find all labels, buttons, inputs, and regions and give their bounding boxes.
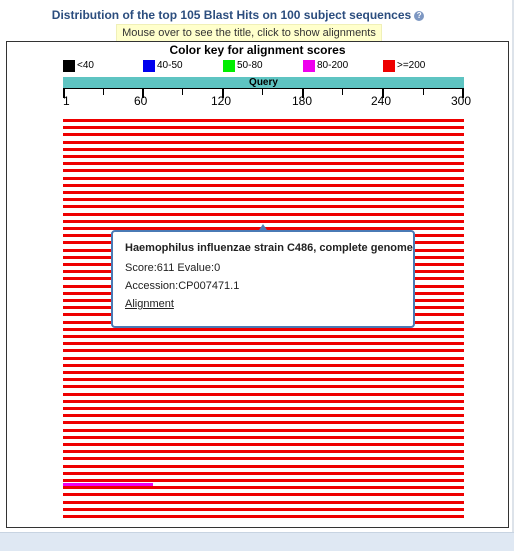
hit-tooltip: Haemophilus influenzae strain C486, comp… — [111, 230, 415, 328]
legend-label: <40 — [77, 60, 94, 71]
blast-hit-line[interactable] — [63, 385, 464, 388]
blast-hit-line[interactable] — [63, 450, 464, 453]
tick-label: 120 — [211, 94, 232, 108]
blast-hit-line[interactable] — [63, 357, 464, 360]
blast-hit-line[interactable] — [63, 508, 464, 511]
blast-hit-line[interactable] — [63, 414, 464, 417]
legend-label: 50-80 — [237, 60, 263, 71]
blast-hit-line[interactable] — [63, 493, 464, 496]
blast-hit-line[interactable] — [63, 479, 464, 482]
blast-hit-line[interactable] — [63, 429, 464, 432]
axis-tick-minor — [342, 88, 343, 95]
legend-swatch — [383, 60, 395, 72]
graphic-title: Distribution of the top 105 Blast Hits o… — [0, 8, 476, 22]
blast-hit-line[interactable] — [63, 465, 464, 468]
tick-label: 240 — [371, 94, 392, 108]
blast-hit-line[interactable] — [63, 177, 464, 180]
legend-swatch — [303, 60, 315, 72]
blast-hit-line[interactable] — [63, 169, 464, 172]
help-icon[interactable]: ? — [414, 10, 425, 21]
axis-tick-minor — [262, 88, 263, 95]
tick-label: 1 — [63, 94, 70, 108]
blast-hit-line[interactable] — [63, 148, 464, 151]
axis-tick-minor — [182, 88, 183, 95]
graphic-title-text: Distribution of the top 105 Blast Hits o… — [51, 8, 412, 22]
blast-hit-line[interactable] — [63, 213, 464, 216]
legend-swatch — [223, 60, 235, 72]
bottom-band — [0, 532, 514, 551]
alignment-link[interactable]: Alignment — [125, 298, 174, 310]
blast-hit-line[interactable] — [63, 457, 464, 460]
blast-hit-line[interactable] — [63, 400, 464, 403]
blast-hit-line[interactable] — [63, 407, 464, 410]
legend-label: 40-50 — [157, 60, 183, 71]
blast-hit-line[interactable] — [63, 371, 464, 374]
blast-hit-line[interactable] — [63, 342, 464, 345]
mouse-over-hint: Mouse over to see the title, click to sh… — [116, 24, 382, 42]
axis-tick-minor — [423, 88, 424, 95]
blast-hit-line[interactable] — [63, 335, 464, 338]
blast-hit-line[interactable] — [63, 349, 464, 352]
query-axis-line — [63, 88, 464, 89]
axis-tick-minor — [103, 88, 104, 95]
blast-hit-line[interactable] — [63, 393, 464, 396]
blast-hit-line[interactable] — [63, 443, 464, 446]
legend-label: >=200 — [397, 60, 426, 71]
legend-swatch — [63, 60, 75, 72]
tick-label: 300 — [451, 94, 472, 108]
tooltip-accession: Accession:CP007471.1 — [125, 280, 240, 292]
legend-label: 80-200 — [317, 60, 349, 71]
blast-hit-line[interactable] — [63, 162, 464, 165]
color-key-title: Color key for alignment scores — [169, 43, 346, 57]
blast-hit-line[interactable] — [63, 472, 464, 475]
blast-hit-line[interactable] — [63, 119, 464, 122]
blast-hit-line[interactable] — [63, 191, 464, 194]
blast-hit-line[interactable] — [63, 378, 464, 381]
blast-hit-line[interactable] — [63, 436, 464, 439]
blast-hit-line[interactable] — [63, 205, 464, 208]
blast-hit-line[interactable] — [63, 141, 464, 144]
blast-hit-line[interactable] — [63, 364, 464, 367]
tooltip-score: Score:611 Evalue:0 — [125, 262, 221, 274]
legend-swatch — [143, 60, 155, 72]
blast-hit-line[interactable] — [63, 328, 464, 331]
tick-label: 180 — [292, 94, 313, 108]
blast-hit-line[interactable] — [63, 220, 464, 223]
blast-hit-line[interactable] — [63, 184, 464, 187]
query-bar: Query — [63, 77, 464, 88]
blast-hit-line[interactable] — [63, 155, 464, 158]
blast-hit-line[interactable] — [63, 198, 464, 201]
blast-hit-line[interactable] — [63, 133, 464, 136]
blast-hit-line[interactable] — [63, 515, 464, 518]
tick-label: 60 — [134, 94, 148, 108]
blast-hit-line[interactable] — [63, 421, 464, 424]
blast-hit-line[interactable] — [63, 126, 464, 129]
blast-hit-line[interactable] — [63, 501, 464, 504]
tooltip-title: Haemophilus influenzae strain C486, comp… — [125, 242, 413, 254]
blast-hit-line[interactable] — [63, 486, 464, 489]
